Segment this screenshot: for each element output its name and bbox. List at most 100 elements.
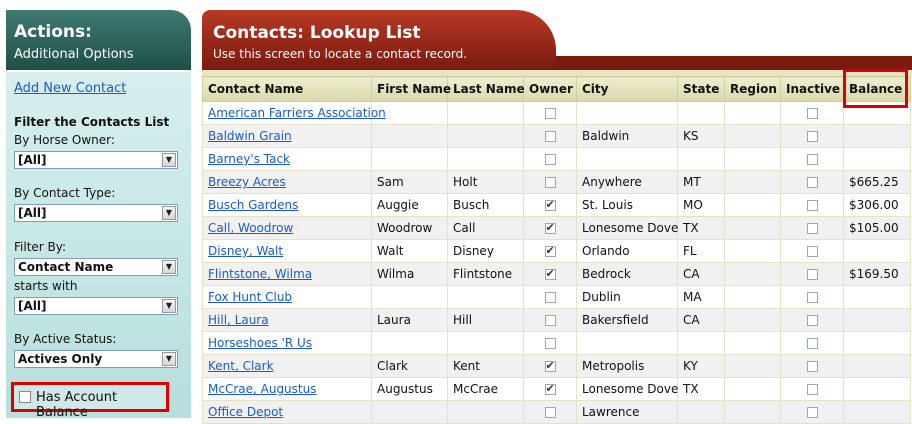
- contact-type-select[interactable]: [All] ▼: [14, 204, 178, 222]
- chevron-down-icon[interactable]: ▼: [162, 153, 176, 167]
- inactive-checkbox[interactable]: [806, 154, 818, 165]
- inactive-checkbox[interactable]: [806, 200, 818, 211]
- city-cell: Bedrock: [576, 262, 678, 286]
- column-header-last-name[interactable]: Last Name: [447, 76, 525, 102]
- inactive-checkbox[interactable]: [806, 223, 818, 234]
- owner-checkbox[interactable]: [544, 382, 556, 395]
- starts-with-value: [All]: [18, 299, 47, 313]
- city-cell: Metropolis: [576, 354, 678, 378]
- inactive-checkbox[interactable]: [806, 292, 818, 303]
- column-header-city[interactable]: City: [576, 76, 678, 102]
- owner-checkbox[interactable]: [544, 177, 556, 188]
- column-header-inactive[interactable]: Inactive: [780, 76, 844, 102]
- first-name-cell: Auggie: [371, 193, 448, 217]
- owner-checkbox[interactable]: [544, 267, 556, 280]
- column-header-state[interactable]: State: [677, 76, 725, 102]
- inactive-checkbox[interactable]: [806, 108, 818, 119]
- first-name-cell: Woodrow: [371, 216, 448, 240]
- owner-checkbox[interactable]: [544, 338, 556, 349]
- balance-cell: [843, 354, 911, 378]
- table-row[interactable]: Office Depot Lawrence: [202, 400, 911, 424]
- contact-name-cell: Hill, Laura: [202, 308, 372, 332]
- owner-checkbox[interactable]: [544, 315, 556, 326]
- has-account-balance-option[interactable]: Has Account Balance: [11, 382, 169, 420]
- state-cell: [677, 147, 725, 171]
- owner-checkbox[interactable]: [544, 359, 556, 372]
- column-header-region[interactable]: Region: [724, 76, 781, 102]
- inactive-checkbox[interactable]: [806, 269, 818, 280]
- chevron-down-icon[interactable]: ▼: [162, 206, 176, 220]
- inactive-checkbox[interactable]: [806, 361, 818, 372]
- column-header-owner[interactable]: Owner: [523, 76, 577, 102]
- chevron-down-icon[interactable]: ▼: [162, 260, 176, 274]
- table-row[interactable]: Hill, Laura Laura Hill Bakersfield CA: [202, 308, 911, 332]
- owner-checkbox[interactable]: [544, 108, 556, 119]
- inactive-cell: [780, 170, 844, 194]
- inactive-checkbox[interactable]: [806, 407, 818, 418]
- contact-name-link[interactable]: Barney's Tack: [208, 152, 290, 166]
- contact-name-link[interactable]: Baldwin Grain: [208, 129, 292, 143]
- table-row[interactable]: Call, Woodrow WoodrowCall Lonesome DoveTX $…: [202, 216, 911, 240]
- contact-name-link[interactable]: Flintstone, Wilma: [208, 267, 312, 281]
- table-row[interactable]: Barney's Tack: [202, 147, 911, 171]
- column-header-contact-name[interactable]: Contact Name: [202, 76, 372, 102]
- table-row[interactable]: Fox Hunt Club Dublin MA: [202, 285, 911, 309]
- contact-name-link[interactable]: Call, Woodrow: [208, 221, 293, 235]
- inactive-checkbox[interactable]: [806, 246, 818, 257]
- owner-checkbox[interactable]: [544, 198, 556, 211]
- horse-owner-select[interactable]: [All] ▼: [14, 151, 178, 169]
- last-name-cell: [447, 101, 524, 125]
- contact-name-cell: Horseshoes 'R Us: [202, 331, 372, 355]
- table-row[interactable]: McCrae, Augustus AugustusMcCrae Lonesome D…: [202, 377, 911, 401]
- active-status-select[interactable]: Actives Only ▼: [14, 350, 178, 368]
- add-new-contact-link[interactable]: Add New Contact: [14, 81, 126, 96]
- owner-checkbox[interactable]: [544, 292, 556, 303]
- owner-checkbox[interactable]: [544, 221, 556, 234]
- table-row[interactable]: Horseshoes 'R Us: [202, 331, 911, 355]
- owner-checkbox[interactable]: [544, 154, 556, 165]
- owner-checkbox[interactable]: [544, 407, 556, 418]
- owner-checkbox[interactable]: [544, 244, 556, 257]
- filter-by-select[interactable]: Contact Name ▼: [14, 258, 178, 276]
- inactive-checkbox[interactable]: [806, 384, 818, 395]
- contact-name-cell: Fox Hunt Club: [202, 285, 372, 309]
- table-row[interactable]: Baldwin Grain Baldwin KS: [202, 124, 911, 148]
- balance-cell: $105.00: [843, 216, 911, 240]
- contact-name-link[interactable]: Busch Gardens: [208, 198, 298, 212]
- contact-name-link[interactable]: Fox Hunt Club: [208, 290, 292, 304]
- inactive-checkbox[interactable]: [806, 131, 818, 142]
- starts-with-select[interactable]: [All] ▼: [14, 297, 178, 315]
- table-row[interactable]: Breezy Acres Sam Holt Anywhere MT $665.25: [202, 170, 911, 194]
- contact-name-link[interactable]: Office Depot: [208, 405, 283, 419]
- contact-name-link[interactable]: Breezy Acres: [208, 175, 286, 189]
- column-header-first-name[interactable]: First Name: [371, 76, 451, 102]
- region-cell: [724, 308, 781, 332]
- balance-cell: [843, 239, 911, 263]
- contact-name-link[interactable]: Disney, Walt: [208, 244, 283, 258]
- contact-name-link[interactable]: Kent, Clark: [208, 359, 274, 373]
- contact-name-link[interactable]: American Farriers Association: [208, 106, 386, 120]
- table-row[interactable]: Busch Gardens AuggieBusch St. LouisMO $306.…: [202, 193, 911, 217]
- table-row[interactable]: Disney, Walt WaltDisney OrlandoFL: [202, 239, 911, 263]
- contact-name-link[interactable]: Horseshoes 'R Us: [208, 336, 312, 350]
- first-name-cell: Sam: [371, 170, 448, 194]
- city-cell: Lawrence: [576, 400, 678, 424]
- inactive-checkbox[interactable]: [806, 338, 818, 349]
- inactive-checkbox[interactable]: [806, 177, 818, 188]
- table-row[interactable]: Flintstone, Wilma WilmaFlintstone BedrockC…: [202, 262, 911, 286]
- table-row[interactable]: American Farriers Association: [202, 101, 911, 125]
- chevron-down-icon[interactable]: ▼: [162, 299, 176, 313]
- chevron-down-icon[interactable]: ▼: [162, 352, 176, 366]
- inactive-cell: [780, 124, 844, 148]
- has-account-balance-checkbox[interactable]: [19, 391, 31, 403]
- contact-name-link[interactable]: Hill, Laura: [208, 313, 269, 327]
- contact-name-link[interactable]: McCrae, Augustus: [208, 382, 316, 396]
- column-header-balance[interactable]: Balance: [843, 76, 911, 102]
- last-name-cell: [447, 285, 524, 309]
- owner-cell: [523, 101, 577, 125]
- city-cell: [576, 147, 678, 171]
- inactive-checkbox[interactable]: [806, 315, 818, 326]
- owner-checkbox[interactable]: [544, 131, 556, 142]
- table-row[interactable]: Kent, Clark ClarkKent MetropolisKY: [202, 354, 911, 378]
- owner-cell: [523, 354, 577, 378]
